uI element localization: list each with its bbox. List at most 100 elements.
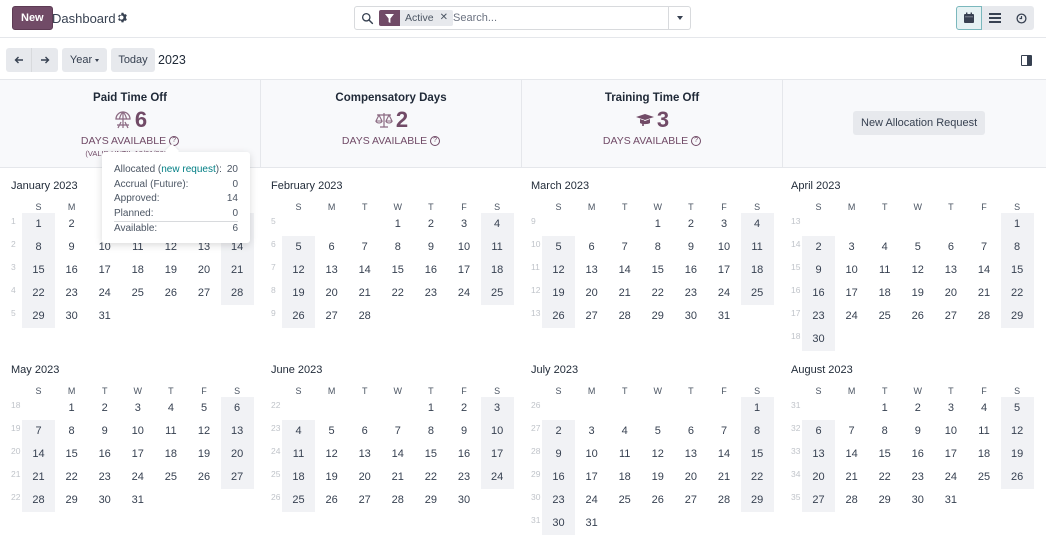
search-bar[interactable]: Active ✕ bbox=[354, 6, 691, 30]
calendar-day[interactable]: 16 bbox=[542, 466, 575, 489]
calendar-day[interactable]: 25 bbox=[154, 466, 187, 489]
calendar-day[interactable]: 4 bbox=[154, 397, 187, 420]
calendar-day[interactable]: 4 bbox=[282, 420, 315, 443]
calendar-day[interactable]: 31 bbox=[121, 489, 154, 512]
calendar-day[interactable]: 8 bbox=[868, 420, 901, 443]
calendar-day[interactable]: 9 bbox=[55, 236, 88, 259]
calendar-day[interactable]: 8 bbox=[414, 420, 447, 443]
calendar-day[interactable]: 19 bbox=[542, 282, 575, 305]
calendar-day[interactable]: 23 bbox=[674, 282, 707, 305]
calendar-day[interactable]: 29 bbox=[414, 489, 447, 512]
calendar-day[interactable]: 14 bbox=[608, 259, 641, 282]
calendar-day[interactable]: 9 bbox=[448, 420, 481, 443]
calendar-day[interactable]: 27 bbox=[802, 489, 835, 512]
help-icon[interactable]: ? bbox=[430, 136, 441, 146]
calendar-day[interactable]: 1 bbox=[414, 397, 447, 420]
calendar-day[interactable]: 19 bbox=[154, 259, 187, 282]
calendar-day[interactable]: 26 bbox=[542, 305, 575, 328]
calendar-day[interactable]: 29 bbox=[641, 305, 674, 328]
calendar-day[interactable]: 3 bbox=[121, 397, 154, 420]
calendar-day[interactable]: 22 bbox=[55, 466, 88, 489]
calendar-day[interactable]: 28 bbox=[348, 305, 381, 328]
calendar-day[interactable]: 15 bbox=[22, 259, 55, 282]
calendar-day[interactable]: 13 bbox=[220, 420, 254, 443]
calendar-day[interactable]: 5 bbox=[542, 236, 575, 259]
calendar-day[interactable]: 27 bbox=[315, 305, 348, 328]
calendar-day[interactable]: 19 bbox=[315, 466, 348, 489]
calendar-day[interactable]: 24 bbox=[835, 305, 868, 328]
calendar-day[interactable]: 11 bbox=[608, 443, 641, 466]
calendar-day[interactable]: 21 bbox=[348, 282, 381, 305]
calendar-day[interactable]: 14 bbox=[348, 259, 381, 282]
calendar-day[interactable]: 19 bbox=[282, 282, 315, 305]
calendar-day[interactable]: 8 bbox=[740, 420, 774, 443]
calendar-day[interactable]: 9 bbox=[901, 420, 934, 443]
calendar-day[interactable]: 31 bbox=[708, 305, 741, 328]
calendar-day[interactable]: 21 bbox=[22, 466, 55, 489]
calendar-day[interactable]: 24 bbox=[480, 466, 514, 489]
calendar-day[interactable]: 17 bbox=[88, 259, 121, 282]
calendar-day[interactable]: 30 bbox=[448, 489, 481, 512]
calendar-day[interactable]: 25 bbox=[282, 489, 315, 512]
calendar-day[interactable]: 29 bbox=[55, 489, 88, 512]
calendar-day[interactable]: 26 bbox=[1000, 466, 1034, 489]
calendar-day[interactable]: 20 bbox=[575, 282, 608, 305]
calendar-day[interactable]: 18 bbox=[154, 443, 187, 466]
help-icon[interactable]: ? bbox=[691, 136, 702, 146]
calendar-day[interactable]: 28 bbox=[220, 282, 254, 305]
calendar-day[interactable]: 12 bbox=[1000, 420, 1034, 443]
calendar-day[interactable]: 25 bbox=[121, 282, 154, 305]
calendar-day[interactable]: 27 bbox=[934, 305, 967, 328]
calendar-day[interactable]: 17 bbox=[934, 443, 967, 466]
calendar-day[interactable]: 26 bbox=[282, 305, 315, 328]
calendar-day[interactable]: 3 bbox=[934, 397, 967, 420]
calendar-day[interactable]: 10 bbox=[835, 259, 868, 282]
calendar-day[interactable]: 26 bbox=[188, 466, 221, 489]
calendar-day[interactable]: 4 bbox=[868, 236, 901, 259]
calendar-day[interactable]: 26 bbox=[315, 489, 348, 512]
calendar-day[interactable]: 3 bbox=[480, 397, 514, 420]
search-input[interactable] bbox=[453, 10, 665, 26]
calendar-day[interactable]: 17 bbox=[480, 443, 514, 466]
calendar-day[interactable]: 6 bbox=[575, 236, 608, 259]
calendar-day[interactable]: 15 bbox=[641, 259, 674, 282]
calendar-day[interactable]: 16 bbox=[448, 443, 481, 466]
calendar-day[interactable]: 30 bbox=[802, 328, 835, 351]
calendar-day[interactable]: 2 bbox=[448, 397, 481, 420]
calendar-day[interactable]: 8 bbox=[381, 236, 414, 259]
calendar-day[interactable]: 4 bbox=[740, 213, 774, 236]
calendar-day[interactable]: 6 bbox=[934, 236, 967, 259]
calendar-day[interactable]: 15 bbox=[1000, 259, 1034, 282]
previous-button[interactable] bbox=[6, 48, 32, 72]
next-button[interactable] bbox=[32, 48, 58, 72]
calendar-day[interactable]: 2 bbox=[88, 397, 121, 420]
gear-icon[interactable] bbox=[117, 12, 128, 23]
calendar-day[interactable]: 29 bbox=[1000, 305, 1034, 328]
calendar-day[interactable]: 8 bbox=[1000, 236, 1034, 259]
calendar-day[interactable]: 23 bbox=[542, 489, 575, 512]
calendar-day[interactable]: 15 bbox=[414, 443, 447, 466]
calendar-day[interactable]: 20 bbox=[315, 282, 348, 305]
calendar-day[interactable]: 26 bbox=[901, 305, 934, 328]
calendar-day[interactable]: 24 bbox=[88, 282, 121, 305]
new-request-link[interactable]: new request bbox=[161, 164, 215, 175]
calendar-day[interactable]: 24 bbox=[934, 466, 967, 489]
calendar-day[interactable]: 9 bbox=[542, 443, 575, 466]
calendar-day[interactable]: 1 bbox=[641, 213, 674, 236]
activity-view-button[interactable] bbox=[1008, 6, 1034, 30]
toggle-side-panel-icon[interactable] bbox=[1021, 55, 1032, 66]
calendar-day[interactable]: 5 bbox=[901, 236, 934, 259]
calendar-day[interactable]: 18 bbox=[968, 443, 1001, 466]
calendar-day[interactable]: 22 bbox=[1000, 282, 1034, 305]
calendar-day[interactable]: 30 bbox=[901, 489, 934, 512]
calendar-day[interactable]: 28 bbox=[708, 489, 741, 512]
search-options-toggle[interactable] bbox=[668, 7, 690, 29]
calendar-day[interactable]: 16 bbox=[55, 259, 88, 282]
calendar-day[interactable]: 5 bbox=[282, 236, 315, 259]
calendar-day[interactable]: 20 bbox=[348, 466, 381, 489]
calendar-day[interactable]: 29 bbox=[868, 489, 901, 512]
calendar-day[interactable]: 12 bbox=[641, 443, 674, 466]
calendar-day[interactable]: 11 bbox=[868, 259, 901, 282]
calendar-day[interactable]: 7 bbox=[381, 420, 414, 443]
calendar-day[interactable]: 18 bbox=[868, 282, 901, 305]
